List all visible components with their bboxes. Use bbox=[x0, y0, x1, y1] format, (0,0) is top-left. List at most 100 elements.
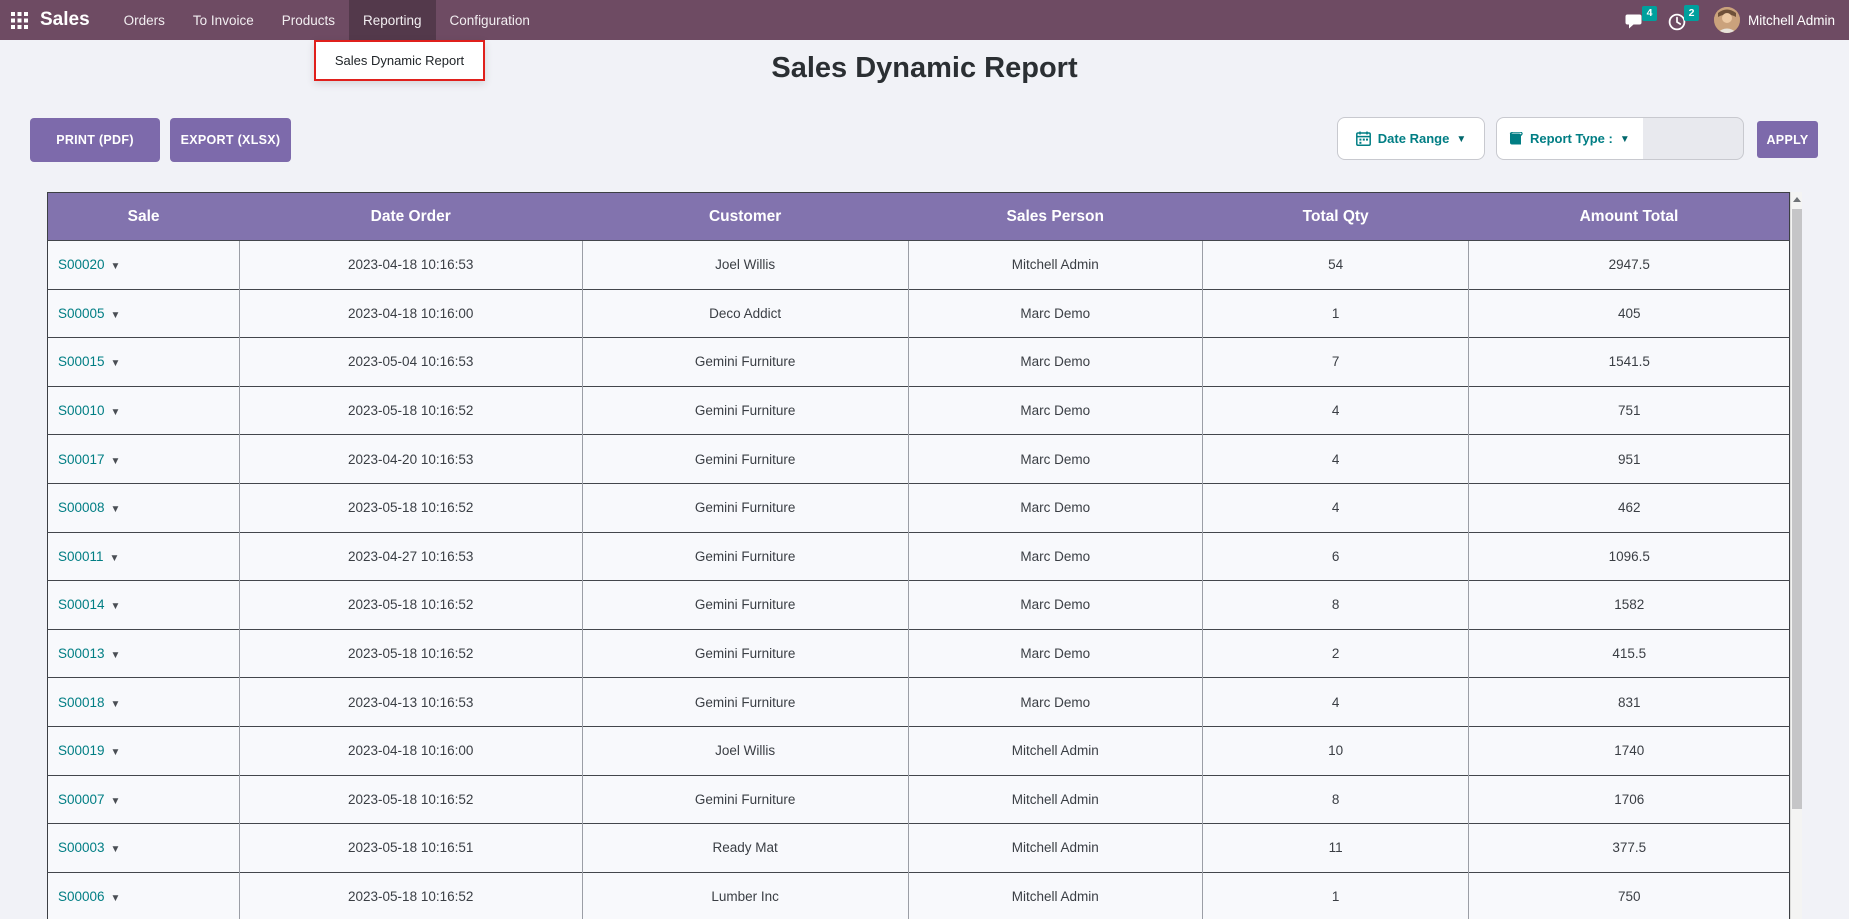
navbar-left: Sales OrdersTo InvoiceProductsReportingC… bbox=[0, 0, 544, 40]
sales-report-table: Sale Date Order Customer Sales Person To… bbox=[47, 192, 1790, 919]
sales-person-cell: Marc Demo bbox=[908, 338, 1202, 387]
sale-order-link[interactable]: S00020▼ bbox=[58, 257, 120, 272]
print-pdf-button[interactable]: PRINT (PDF) bbox=[30, 118, 160, 162]
export-xlsx-button[interactable]: EXPORT (XLSX) bbox=[170, 118, 291, 162]
menu-item-sales-dynamic-report[interactable]: Sales Dynamic Report bbox=[335, 53, 464, 68]
date-order-cell: 2023-05-04 10:16:53 bbox=[239, 338, 582, 387]
table-row: S00005▼ 2023-04-18 10:16:00 Deco Addict … bbox=[48, 289, 1790, 338]
total-qty-cell: 8 bbox=[1202, 581, 1469, 630]
table-scrollbar[interactable] bbox=[1790, 192, 1802, 919]
date-order-cell: 2023-05-18 10:16:52 bbox=[239, 775, 582, 824]
caret-down-icon: ▼ bbox=[110, 553, 120, 564]
sale-order-link[interactable]: S00003▼ bbox=[58, 840, 120, 855]
apply-button[interactable]: APPLY bbox=[1757, 121, 1818, 158]
sale-order-link[interactable]: S00018▼ bbox=[58, 695, 120, 710]
total-qty-cell: 7 bbox=[1202, 338, 1469, 387]
sale-order-link[interactable]: S00013▼ bbox=[58, 646, 120, 661]
total-qty-cell: 4 bbox=[1202, 435, 1469, 484]
amount-total-cell: 750 bbox=[1469, 872, 1790, 919]
sale-cell: S00019▼ bbox=[48, 726, 240, 775]
avatar bbox=[1714, 7, 1740, 33]
sale-cell: S00006▼ bbox=[48, 872, 240, 919]
customer-cell: Joel Willis bbox=[582, 241, 908, 290]
table-row: S00014▼ 2023-05-18 10:16:52 Gemini Furni… bbox=[48, 581, 1790, 630]
customer-cell: Gemini Furniture bbox=[582, 338, 908, 387]
column-header-sale: Sale bbox=[48, 193, 240, 241]
sales-person-cell: Marc Demo bbox=[908, 581, 1202, 630]
caret-down-icon: ▼ bbox=[111, 796, 121, 807]
sale-order-link[interactable]: S00011▼ bbox=[58, 549, 119, 564]
total-qty-cell: 11 bbox=[1202, 824, 1469, 873]
customer-cell: Deco Addict bbox=[582, 289, 908, 338]
sale-order-link[interactable]: S00007▼ bbox=[58, 792, 120, 807]
sale-order-link[interactable]: S00015▼ bbox=[58, 354, 120, 369]
caret-down-icon: ▼ bbox=[111, 893, 121, 904]
book-icon bbox=[1508, 132, 1523, 146]
sale-order-link[interactable]: S00014▼ bbox=[58, 597, 120, 612]
messages-button[interactable]: 4 bbox=[1625, 10, 1644, 31]
date-order-cell: 2023-04-13 10:16:53 bbox=[239, 678, 582, 727]
date-order-cell: 2023-04-18 10:16:53 bbox=[239, 241, 582, 290]
caret-down-icon: ▼ bbox=[111, 504, 121, 515]
sale-order-link[interactable]: S00019▼ bbox=[58, 743, 120, 758]
date-order-cell: 2023-05-18 10:16:52 bbox=[239, 483, 582, 532]
caret-down-icon: ▼ bbox=[111, 310, 121, 321]
navbar-right: 4 2 Mitchell Admin bbox=[1625, 0, 1849, 40]
sale-order-link[interactable]: S00006▼ bbox=[58, 889, 120, 904]
nav-item-products[interactable]: Products bbox=[268, 0, 349, 40]
caret-down-icon: ▼ bbox=[111, 601, 121, 612]
sale-cell: S00015▼ bbox=[48, 338, 240, 387]
table-row: S00015▼ 2023-05-04 10:16:53 Gemini Furni… bbox=[48, 338, 1790, 387]
nav-item-reporting[interactable]: Reporting bbox=[349, 0, 436, 40]
apps-menu-button[interactable] bbox=[0, 0, 38, 40]
customer-cell: Gemini Furniture bbox=[582, 581, 908, 630]
nav-item-configuration[interactable]: Configuration bbox=[436, 0, 544, 40]
scrollbar-up-button[interactable] bbox=[1791, 192, 1802, 207]
caret-down-icon: ▼ bbox=[111, 747, 121, 758]
table-row: S00011▼ 2023-04-27 10:16:53 Gemini Furni… bbox=[48, 532, 1790, 581]
customer-cell: Gemini Furniture bbox=[582, 483, 908, 532]
amount-total-cell: 1541.5 bbox=[1469, 338, 1790, 387]
sale-order-link[interactable]: S00010▼ bbox=[58, 403, 120, 418]
sales-person-cell: Mitchell Admin bbox=[908, 241, 1202, 290]
customer-cell: Gemini Furniture bbox=[582, 386, 908, 435]
customer-cell: Joel Willis bbox=[582, 726, 908, 775]
date-order-cell: 2023-04-20 10:16:53 bbox=[239, 435, 582, 484]
date-order-cell: 2023-05-18 10:16:52 bbox=[239, 872, 582, 919]
column-header-date-order: Date Order bbox=[239, 193, 582, 241]
column-header-amount-total: Amount Total bbox=[1469, 193, 1790, 241]
amount-total-cell: 751 bbox=[1469, 386, 1790, 435]
amount-total-cell: 1740 bbox=[1469, 726, 1790, 775]
date-order-cell: 2023-05-18 10:16:52 bbox=[239, 581, 582, 630]
report-type-dropdown[interactable]: Report Type : ▼ bbox=[1497, 118, 1643, 159]
amount-total-cell: 831 bbox=[1469, 678, 1790, 727]
nav-item-orders[interactable]: Orders bbox=[110, 0, 179, 40]
user-menu[interactable]: Mitchell Admin bbox=[1714, 7, 1835, 33]
total-qty-cell: 8 bbox=[1202, 775, 1469, 824]
amount-total-cell: 415.5 bbox=[1469, 629, 1790, 678]
sale-order-link[interactable]: S00008▼ bbox=[58, 500, 120, 515]
sales-person-cell: Marc Demo bbox=[908, 483, 1202, 532]
sale-cell: S00020▼ bbox=[48, 241, 240, 290]
caret-down-icon: ▼ bbox=[111, 844, 121, 855]
caret-down-icon: ▼ bbox=[1456, 134, 1466, 145]
date-order-cell: 2023-05-18 10:16:52 bbox=[239, 629, 582, 678]
app-name[interactable]: Sales bbox=[40, 9, 90, 31]
sale-cell: S00007▼ bbox=[48, 775, 240, 824]
grid-icon bbox=[11, 12, 28, 29]
date-order-cell: 2023-04-27 10:16:53 bbox=[239, 532, 582, 581]
report-table-container: Sale Date Order Customer Sales Person To… bbox=[47, 192, 1802, 919]
activities-button[interactable]: 2 bbox=[1668, 9, 1686, 31]
scrollbar-thumb[interactable] bbox=[1792, 209, 1802, 809]
date-range-label: Date Range bbox=[1378, 131, 1450, 146]
sale-order-link[interactable]: S00005▼ bbox=[58, 306, 120, 321]
amount-total-cell: 1582 bbox=[1469, 581, 1790, 630]
calendar-icon bbox=[1356, 131, 1371, 146]
sales-person-cell: Marc Demo bbox=[908, 289, 1202, 338]
nav-item-to-invoice[interactable]: To Invoice bbox=[179, 0, 268, 40]
sale-cell: S00011▼ bbox=[48, 532, 240, 581]
sale-order-link[interactable]: S00017▼ bbox=[58, 452, 120, 467]
column-header-customer: Customer bbox=[582, 193, 908, 241]
total-qty-cell: 4 bbox=[1202, 678, 1469, 727]
date-range-dropdown[interactable]: Date Range ▼ bbox=[1337, 117, 1485, 160]
